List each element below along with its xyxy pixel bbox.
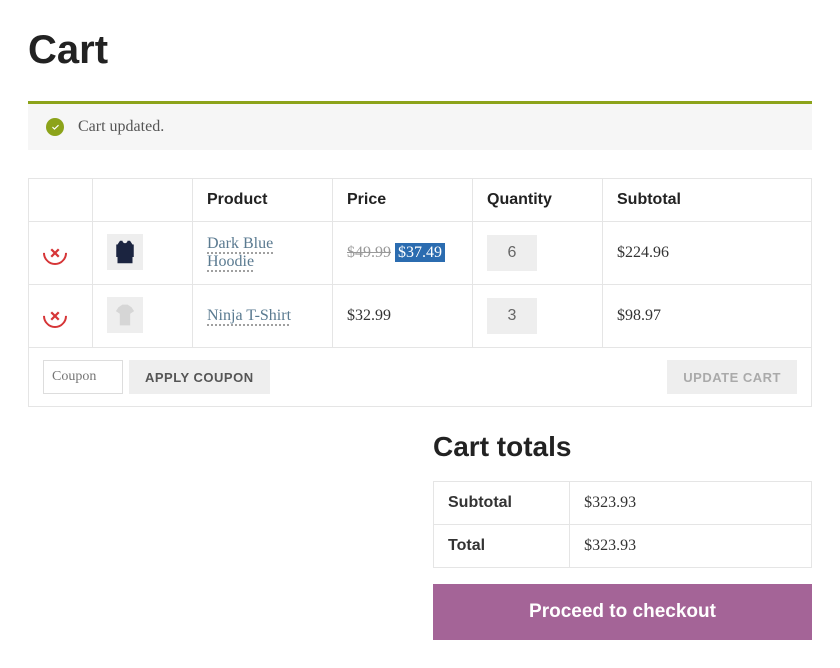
col-remove-header (29, 179, 93, 222)
subtotal-cell: $98.97 (603, 285, 812, 348)
subtotal-label: Subtotal (434, 482, 570, 525)
cart-updated-notice: Cart updated. (28, 101, 812, 150)
total-value: $323.93 (570, 525, 812, 568)
sale-price: $32.99 (347, 307, 391, 324)
col-thumb-header (93, 179, 193, 222)
remove-item-button[interactable] (38, 299, 72, 333)
cart-totals-title: Cart totals (433, 431, 812, 463)
total-label: Total (434, 525, 570, 568)
quantity-input[interactable] (487, 298, 537, 334)
coupon-group: APPLY COUPON (43, 360, 270, 394)
col-qty-header: Quantity (473, 179, 603, 222)
cart-table: Product Price Quantity Subtotal Dark Blu… (28, 178, 812, 407)
col-subtotal-header: Subtotal (603, 179, 812, 222)
price-cell: $32.99 (333, 285, 473, 348)
subtotal-cell: $224.96 (603, 222, 812, 285)
table-row: Dark Blue Hoodie $49.99$37.49 $224.96 (29, 222, 812, 285)
remove-item-button[interactable] (38, 236, 72, 270)
sale-price: $37.49 (395, 243, 445, 262)
coupon-input[interactable] (43, 360, 123, 394)
actions-row: APPLY COUPON UPDATE CART (29, 348, 812, 407)
table-row: Ninja T-Shirt $32.99 $98.97 (29, 285, 812, 348)
totals-table: Subtotal $323.93 Total $323.93 (433, 481, 812, 568)
col-price-header: Price (333, 179, 473, 222)
product-link[interactable]: Ninja T-Shirt (207, 307, 291, 324)
quantity-input[interactable] (487, 235, 537, 271)
update-cart-button[interactable]: UPDATE CART (667, 360, 797, 394)
page-title: Cart (28, 28, 812, 73)
original-price: $49.99 (347, 244, 391, 261)
product-thumbnail[interactable] (107, 297, 143, 333)
proceed-to-checkout-button[interactable]: Proceed to checkout (433, 584, 812, 640)
product-link[interactable]: Dark Blue Hoodie (207, 235, 273, 270)
apply-coupon-button[interactable]: APPLY COUPON (129, 360, 270, 394)
col-product-header: Product (193, 179, 333, 222)
notice-message: Cart updated. (78, 118, 164, 136)
subtotal-value: $323.93 (570, 482, 812, 525)
price-cell: $49.99$37.49 (333, 222, 473, 285)
check-icon (46, 118, 64, 136)
product-thumbnail[interactable] (107, 234, 143, 270)
cart-totals: Cart totals Subtotal $323.93 Total $323.… (433, 431, 812, 640)
